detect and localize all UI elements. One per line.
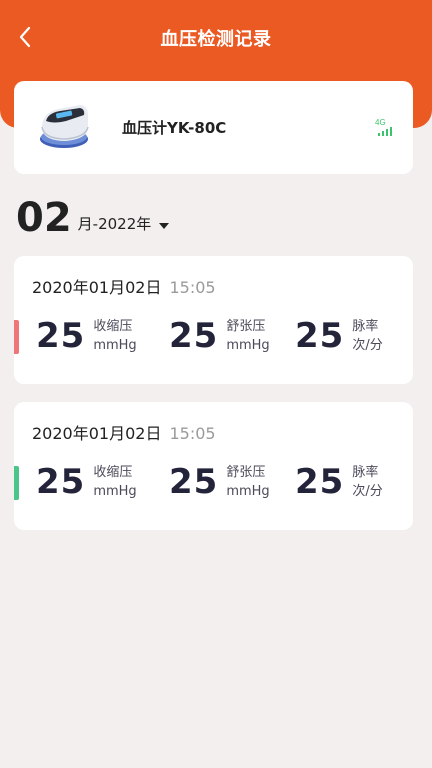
diastolic-metric: 25 舒张压 mmHg (169, 462, 270, 502)
record-datetime: 2020年01月02日 15:05 (32, 420, 216, 444)
page-title: 血压检测记录 (160, 29, 272, 50)
back-button[interactable] (10, 22, 40, 52)
systolic-unit: mmHg (93, 338, 137, 353)
month-year-label: 月-2022年 (77, 215, 152, 233)
systolic-metric: 25 收缩压 mmHg (36, 462, 137, 502)
record-card[interactable]: 2020年01月02日 15:05 25 收缩压 mmHg 25 舒张压 mmHg 2… (14, 402, 413, 530)
device-card[interactable]: 血压计YK-80C 4G (14, 81, 413, 174)
pulse-metric: 25 脉率次/分 (295, 316, 383, 356)
pulse-metric: 25 脉率次/分 (295, 462, 383, 502)
pulse-unit: 次/分 (352, 484, 383, 499)
device-name: 血压计YK-80C (122, 119, 227, 137)
month-selector[interactable]: 02 月-2022年 (16, 195, 170, 241)
record-datetime: 2020年01月02日 15:05 (32, 274, 216, 298)
record-date: 2020年01月02日 (32, 278, 162, 297)
blood-pressure-monitor-icon (40, 105, 89, 148)
systolic-value: 25 (36, 316, 86, 356)
pulse-value: 25 (295, 316, 345, 356)
systolic-label: 收缩压 (93, 319, 133, 334)
record-time: 15:05 (169, 424, 216, 443)
pulse-unit: 次/分 (352, 338, 383, 353)
pulse-value: 25 (295, 462, 345, 502)
diastolic-value: 25 (169, 462, 219, 502)
record-time: 15:05 (169, 278, 216, 297)
status-indicator-bar (14, 466, 19, 500)
systolic-metric: 25 收缩压 mmHg (36, 316, 137, 356)
diastolic-label: 舒张压 (226, 319, 266, 334)
pulse-label: 脉率 (352, 319, 379, 334)
record-date: 2020年01月02日 (32, 424, 162, 443)
diastolic-unit: mmHg (226, 484, 270, 499)
diastolic-value: 25 (169, 316, 219, 356)
network-label: 4G (375, 118, 386, 127)
record-card[interactable]: 2020年01月02日 15:05 25 收缩压 mmHg 25 舒张压 mmHg 2… (14, 256, 413, 384)
systolic-label: 收缩压 (93, 465, 133, 480)
pulse-label: 脉率 (352, 465, 379, 480)
systolic-unit: mmHg (93, 484, 137, 499)
4g-signal-icon: 4G (375, 118, 392, 136)
systolic-value: 25 (36, 462, 86, 502)
nav-bar: 血压检测记录 (0, 0, 432, 76)
status-indicator-bar (14, 320, 19, 354)
diastolic-label: 舒张压 (226, 465, 266, 480)
chevron-left-icon (19, 26, 31, 48)
month-number: 02 (16, 195, 72, 241)
diastolic-unit: mmHg (226, 338, 270, 353)
caret-down-icon (159, 223, 170, 229)
diastolic-metric: 25 舒张压 mmHg (169, 316, 270, 356)
